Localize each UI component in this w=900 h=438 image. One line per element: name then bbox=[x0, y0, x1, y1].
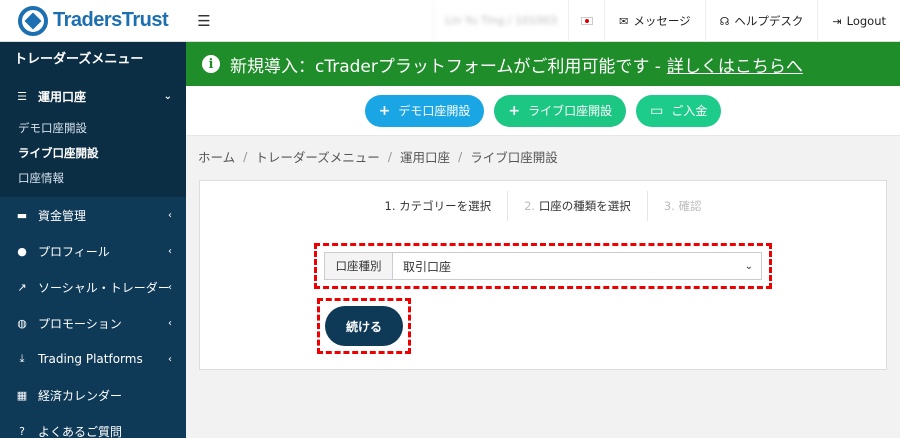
sidebar-item-faq[interactable]: ? よくあるご質問 bbox=[0, 413, 186, 438]
step-2: 2. 口座の種類を選択 bbox=[508, 191, 648, 221]
plus-icon: + bbox=[378, 102, 391, 119]
brand-logo-icon bbox=[18, 5, 48, 36]
logo[interactable]: TradersTrust bbox=[0, 0, 186, 42]
logout-link[interactable]: ⇥ Logout bbox=[817, 0, 900, 42]
chevron-left-icon: ‹ bbox=[168, 317, 172, 329]
breadcrumb-home[interactable]: ホーム bbox=[198, 147, 235, 166]
question-icon: ? bbox=[19, 424, 25, 438]
sidebar-item-label: 経済カレンダー bbox=[38, 388, 123, 403]
account-type-value: 取引口座 bbox=[403, 259, 452, 274]
sidebar-sub-demo-account[interactable]: デモ口座開設 bbox=[0, 116, 186, 141]
chevron-down-icon: ⌄ bbox=[163, 90, 172, 102]
language-flag-icon[interactable] bbox=[568, 0, 604, 42]
step-1: 1. カテゴリーを選択 bbox=[369, 191, 509, 221]
wizard-steps: 1. カテゴリーを選択 2. 口座の種類を選択 3. 確認 bbox=[200, 191, 886, 221]
headset-icon: ☊ bbox=[719, 14, 730, 28]
breadcrumb-traders-menu[interactable]: トレーダーズメニュー bbox=[255, 147, 379, 166]
step-3: 3. 確認 bbox=[663, 199, 702, 213]
envelope-icon: ✉ bbox=[619, 14, 629, 28]
sidebar-submenu: デモ口座開設 ライブ口座開設 口座情報 bbox=[0, 114, 186, 197]
sidebar-item-economic-calendar[interactable]: ▦ 経済カレンダー bbox=[0, 377, 186, 413]
globe-icon: ◍ bbox=[17, 316, 27, 330]
credit-card-icon: ▭ bbox=[650, 102, 664, 119]
download-icon: ⤓ bbox=[19, 352, 25, 365]
sidebar-item-promotion[interactable]: ◍ プロモーション ‹ bbox=[0, 305, 186, 341]
sidebar-item-label: プロフィール bbox=[38, 244, 110, 259]
deposit-button[interactable]: ▭ ご入金 bbox=[636, 94, 722, 127]
sidebar-item-accounts[interactable]: ☰ 運用口座 ⌄ bbox=[0, 78, 186, 114]
banner-text: 新規導入：cTraderプラットフォームがご利用可能です - bbox=[230, 56, 661, 77]
sidebar-item-social-trader[interactable]: ↗ ソーシャル・トレーダー ‹ bbox=[0, 269, 186, 305]
account-type-label: 口座種別 bbox=[325, 253, 393, 279]
breadcrumb-current: ライブ口座開設 bbox=[470, 149, 558, 165]
sidebar: TradersTrust トレーダーズメニュー ☰ 運用口座 ⌄ デモ口座開設 … bbox=[0, 0, 186, 438]
account-type-select[interactable]: 取引口座 ⌄ bbox=[393, 253, 761, 279]
chevron-left-icon: ‹ bbox=[168, 353, 172, 365]
sidebar-item-trading-platforms[interactable]: ⤓ Trading Platforms ‹ bbox=[0, 341, 186, 377]
helpdesk-link[interactable]: ☊ ヘルプデスク bbox=[704, 0, 818, 42]
chevron-left-icon: ‹ bbox=[168, 245, 172, 257]
highlight-select: 口座種別 取引口座 ⌄ bbox=[314, 243, 772, 289]
chart-line-icon: ↗ bbox=[17, 280, 27, 294]
breadcrumb-accounts[interactable]: 運用口座 bbox=[400, 147, 450, 166]
sidebar-sub-live-account[interactable]: ライブ口座開設 bbox=[0, 141, 186, 166]
user-icon: ● bbox=[17, 244, 27, 258]
sidebar-sub-account-info[interactable]: 口座情報 bbox=[0, 166, 186, 191]
banner-link[interactable]: 詳しくはこちらへ bbox=[667, 52, 803, 77]
sidebar-item-label: よくあるご質問 bbox=[38, 424, 123, 438]
logout-icon: ⇥ bbox=[832, 14, 842, 28]
sidebar-item-label: 運用口座 bbox=[38, 89, 87, 104]
top-bar: ☰ Lin Yu Ting / 101003 ✉ メッセージ ☊ ヘルプデスク ⇥ L… bbox=[186, 0, 900, 42]
sidebar-item-label: プロモーション bbox=[38, 316, 122, 331]
brand-name: TradersTrust bbox=[53, 9, 169, 31]
main-content: i 新規導入：cTraderプラットフォームがご利用可能です - 詳しくはこちら… bbox=[186, 42, 900, 438]
list-icon: ☰ bbox=[17, 89, 27, 103]
calendar-icon: ▦ bbox=[16, 388, 28, 402]
messages-link[interactable]: ✉ メッセージ bbox=[604, 0, 705, 42]
open-demo-account-button[interactable]: + デモ口座開設 bbox=[364, 94, 485, 127]
hamburger-menu-icon[interactable]: ☰ bbox=[186, 12, 222, 30]
breadcrumb: ホーム / トレーダーズメニュー / 運用口座 / ライブ口座開設 bbox=[198, 147, 558, 166]
chevron-left-icon: ‹ bbox=[168, 281, 172, 293]
chevron-left-icon: ‹ bbox=[168, 209, 172, 221]
user-id: Lin Yu Ting / 101003 bbox=[433, 0, 568, 42]
form-panel: 1. カテゴリーを選択 2. 口座の種類を選択 3. 確認 口座種別 取引口座 … bbox=[199, 180, 887, 370]
plus-icon: + bbox=[508, 102, 521, 119]
action-buttons: + デモ口座開設 + ライブ口座開設 ▭ ご入金 bbox=[186, 86, 900, 136]
account-type-group: 口座種別 取引口座 ⌄ bbox=[324, 252, 762, 280]
sidebar-item-label: 資金管理 bbox=[38, 208, 87, 223]
sidebar-title: トレーダーズメニュー bbox=[0, 42, 186, 78]
sidebar-item-funds[interactable]: ▬ 資金管理 ‹ bbox=[0, 197, 186, 233]
highlight-continue: 続ける bbox=[317, 298, 411, 354]
open-live-account-button[interactable]: + ライブ口座開設 bbox=[494, 94, 627, 127]
announcement-banner: i 新規導入：cTraderプラットフォームがご利用可能です - 詳しくはこちら… bbox=[186, 42, 900, 86]
sidebar-item-label: Trading Platforms bbox=[38, 352, 143, 366]
wallet-icon: ▬ bbox=[16, 208, 28, 222]
info-icon: i bbox=[202, 55, 220, 73]
continue-button[interactable]: 続ける bbox=[325, 306, 403, 346]
chevron-down-icon: ⌄ bbox=[744, 260, 753, 272]
sidebar-item-label: ソーシャル・トレーダー bbox=[38, 280, 170, 295]
sidebar-item-profile[interactable]: ● プロフィール ‹ bbox=[0, 233, 186, 269]
